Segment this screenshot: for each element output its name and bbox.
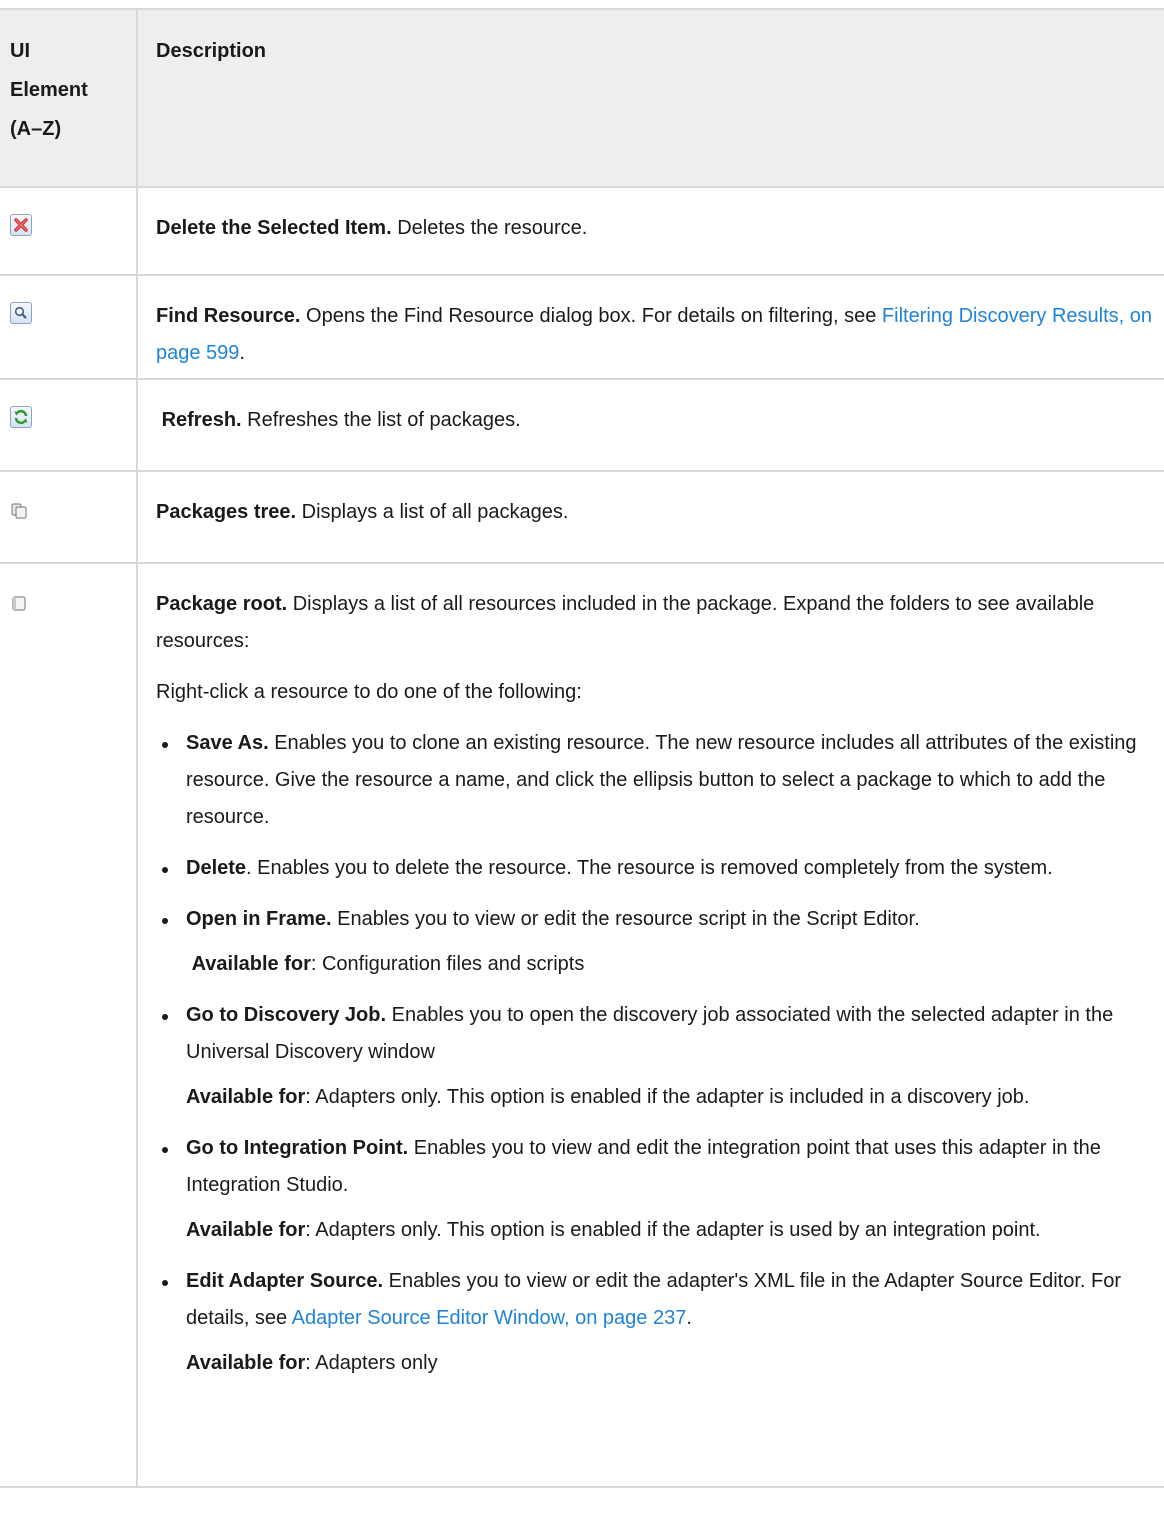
adapter-source-editor-link[interactable]: Adapter Source Editor Window, on page 23… <box>292 1307 687 1329</box>
table-row: Find Resource. Opens the Find Resource d… <box>0 274 1164 380</box>
availability-label: Available for <box>186 1219 306 1241</box>
header-line: Element <box>10 79 88 101</box>
description-cell: Find Resource. Opens the Find Resource d… <box>137 274 1164 380</box>
header-ui-element: UI Element (A–Z) <box>0 8 138 188</box>
item-desc: Displays a list of all resources include… <box>156 593 1095 652</box>
header-line: (A–Z) <box>10 118 62 140</box>
icon-cell <box>0 186 138 276</box>
item-title: Refresh. <box>161 409 242 431</box>
availability-note: Available for: Adapters only. This optio… <box>186 1079 1158 1116</box>
description-text: Delete the Selected Item. Deletes the re… <box>156 210 1158 247</box>
table-header-row: UI Element (A–Z) Description <box>0 8 1164 188</box>
option-delete: Delete. Enables you to delete the resour… <box>156 850 1158 887</box>
table-row: Packages tree. Displays a list of all pa… <box>0 470 1164 564</box>
description-cell: Refresh. Refreshes the list of packages. <box>137 378 1164 472</box>
item-title: Delete the Selected Item. <box>156 217 392 239</box>
option-title: Go to Discovery Job. <box>186 1004 387 1026</box>
availability-text: : Configuration files and scripts <box>310 953 585 975</box>
icon-cell <box>0 562 138 1488</box>
availability-label: Available for <box>191 953 311 975</box>
option-title: Open in Frame. <box>186 908 332 930</box>
packages-tree-icon <box>10 498 32 520</box>
item-desc: Displays a list of all packages. <box>296 501 569 523</box>
description-text: Package root. Displays a list of all res… <box>156 586 1158 660</box>
option-desc-end: . <box>686 1307 692 1329</box>
item-desc: Opens the Find Resource dialog box. For … <box>300 305 882 327</box>
availability-note: Available for: Adapters only <box>186 1345 1158 1382</box>
table-row: Package root. Displays a list of all res… <box>0 562 1164 1488</box>
context-menu-options: Save As. Enables you to clone an existin… <box>156 725 1158 1382</box>
icon-cell <box>0 378 138 472</box>
icon-cell <box>0 274 138 380</box>
option-title: Edit Adapter Source. <box>186 1270 384 1292</box>
availability-text: : Adapters only <box>305 1352 438 1374</box>
availability-label: Available for <box>186 1352 306 1374</box>
availability-label: Available for <box>186 1086 306 1108</box>
availability-text: : Adapters only. This option is enabled … <box>305 1086 1030 1108</box>
find-icon[interactable] <box>10 302 32 324</box>
header-line: UI <box>10 40 30 62</box>
package-root-icon <box>10 590 32 612</box>
description-text: Refresh. Refreshes the list of packages. <box>156 402 1158 439</box>
header-description: Description <box>137 8 1164 188</box>
item-title: Find Resource. <box>156 305 301 327</box>
option-go-to-discovery-job: Go to Discovery Job. Enables you to open… <box>156 997 1158 1116</box>
context-menu-intro: Right-click a resource to do one of the … <box>156 681 582 703</box>
option-desc: Enables you to view or edit the resource… <box>331 908 920 930</box>
option-desc: . Enables you to delete the resource. Th… <box>246 857 1053 879</box>
option-title: Delete <box>186 857 247 879</box>
delete-icon[interactable] <box>10 214 32 236</box>
refresh-icon[interactable] <box>10 406 32 428</box>
description-cell: Package root. Displays a list of all res… <box>137 562 1164 1488</box>
option-title: Save As. <box>186 732 269 754</box>
item-desc: Deletes the resource. <box>391 217 588 239</box>
availability-text: : Adapters only. This option is enabled … <box>305 1219 1041 1241</box>
option-desc: Enables you to clone an existing resourc… <box>186 732 1137 828</box>
table-row: Refresh. Refreshes the list of packages. <box>0 378 1164 472</box>
description-cell: Delete the Selected Item. Deletes the re… <box>137 186 1164 276</box>
ui-elements-table: UI Element (A–Z) Description Delete the … <box>0 8 1164 1488</box>
availability-note: Available for: Adapters only. This optio… <box>186 1212 1158 1249</box>
description-cell: Packages tree. Displays a list of all pa… <box>137 470 1164 564</box>
table-row: Delete the Selected Item. Deletes the re… <box>0 186 1164 276</box>
item-desc-end: . <box>239 342 245 364</box>
description-text: Find Resource. Opens the Find Resource d… <box>156 298 1158 372</box>
option-open-in-frame: Open in Frame. Enables you to view or ed… <box>156 901 1158 983</box>
description-text: Packages tree. Displays a list of all pa… <box>156 494 1158 531</box>
option-edit-adapter-source: Edit Adapter Source. Enables you to view… <box>156 1263 1158 1382</box>
item-desc: Refreshes the list of packages. <box>241 409 521 431</box>
option-save-as: Save As. Enables you to clone an existin… <box>156 725 1158 836</box>
option-go-to-integration-point: Go to Integration Point. Enables you to … <box>156 1130 1158 1249</box>
availability-note: Available for: Configuration files and s… <box>186 946 1158 983</box>
item-title: Package root. <box>156 593 288 615</box>
option-title: Go to Integration Point. <box>186 1137 409 1159</box>
icon-cell <box>0 470 138 564</box>
item-title: Packages tree. <box>156 501 297 523</box>
